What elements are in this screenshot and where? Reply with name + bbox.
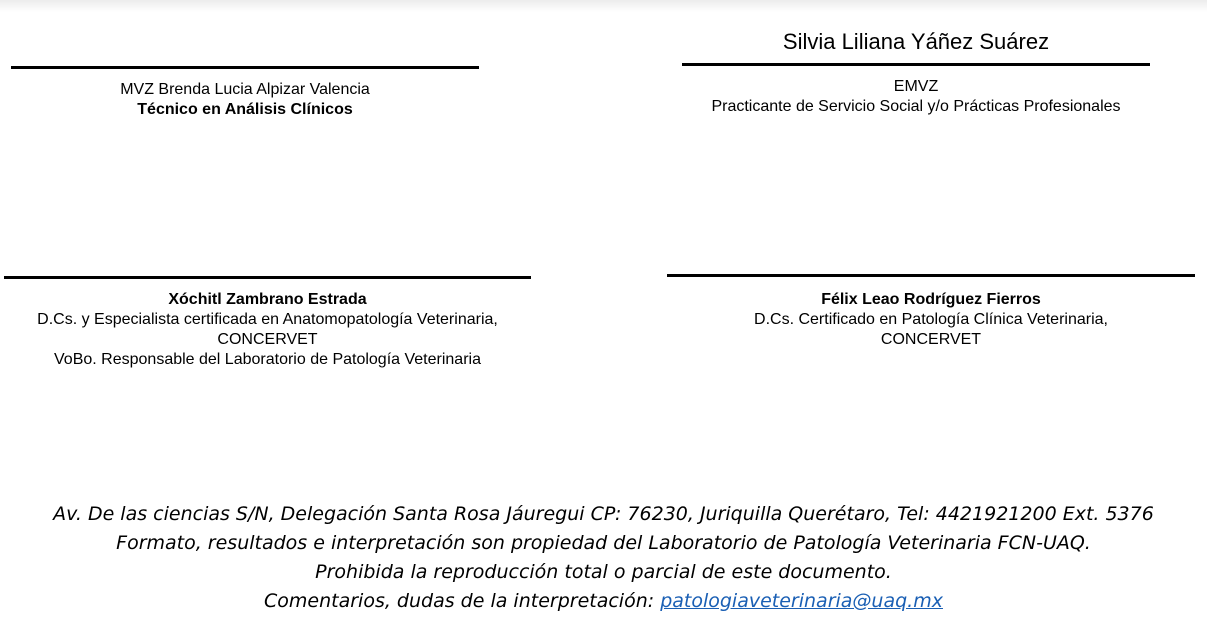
signer-name: MVZ Brenda Lucia Alpizar Valencia [120, 81, 370, 98]
signer-title: Técnico en Análisis Clínicos [137, 101, 353, 118]
signature-block-yanez: Silvia Liliana Yáñez Suárez EMVZ Practic… [680, 29, 1152, 117]
signature-name: Silvia Liliana Yáñez Suárez [782, 29, 1050, 54]
signature-line [11, 66, 479, 69]
signer-name: Félix Leao Rodríguez Fierros [821, 291, 1041, 308]
signer-degree: EMVZ [893, 78, 939, 95]
footer-email-link[interactable]: patologiaveterinaria@uaq.mx [660, 590, 943, 612]
signature-line [682, 63, 1150, 66]
signature-block-alpizar: MVZ Brenda Lucia Alpizar Valencia Técnic… [10, 66, 480, 120]
signature-line [667, 274, 1195, 277]
signer-credential: D.Cs. Certificado en Patología Clínica V… [754, 311, 1108, 328]
signer-name: Xóchitl Zambrano Estrada [168, 291, 367, 308]
signature-line [4, 276, 531, 279]
signer-title: Practicante de Servicio Social y/o Práct… [711, 98, 1121, 115]
signer-certifier: CONCERVET [217, 331, 318, 348]
footer-address: Av. De las ciencias S/N, Delegación Sant… [53, 503, 1154, 525]
footer-contact-label: Comentarios, dudas de la interpretación: [264, 590, 661, 612]
footer-contact: Comentarios, dudas de la interpretación:… [0, 587, 1207, 616]
signer-role: VoBo. Responsable del Laboratorio de Pat… [54, 351, 481, 368]
signature-block-zambrano: Xóchitl Zambrano Estrada D.Cs. y Especia… [0, 276, 535, 370]
signer-certifier: CONCERVET [880, 331, 982, 348]
page-top-edge [0, 0, 1207, 12]
footer-ownership: Formato, resultados e interpretación son… [116, 532, 1091, 554]
signature-block-rodriguez: Félix Leao Rodríguez Fierros D.Cs. Certi… [665, 274, 1197, 350]
footer-prohibition: Prohibida la reproducción total o parcia… [315, 561, 892, 583]
signer-credential: D.Cs. y Especialista certificada en Anat… [37, 311, 498, 328]
document-footer: Av. De las ciencias S/N, Delegación Sant… [0, 500, 1207, 616]
